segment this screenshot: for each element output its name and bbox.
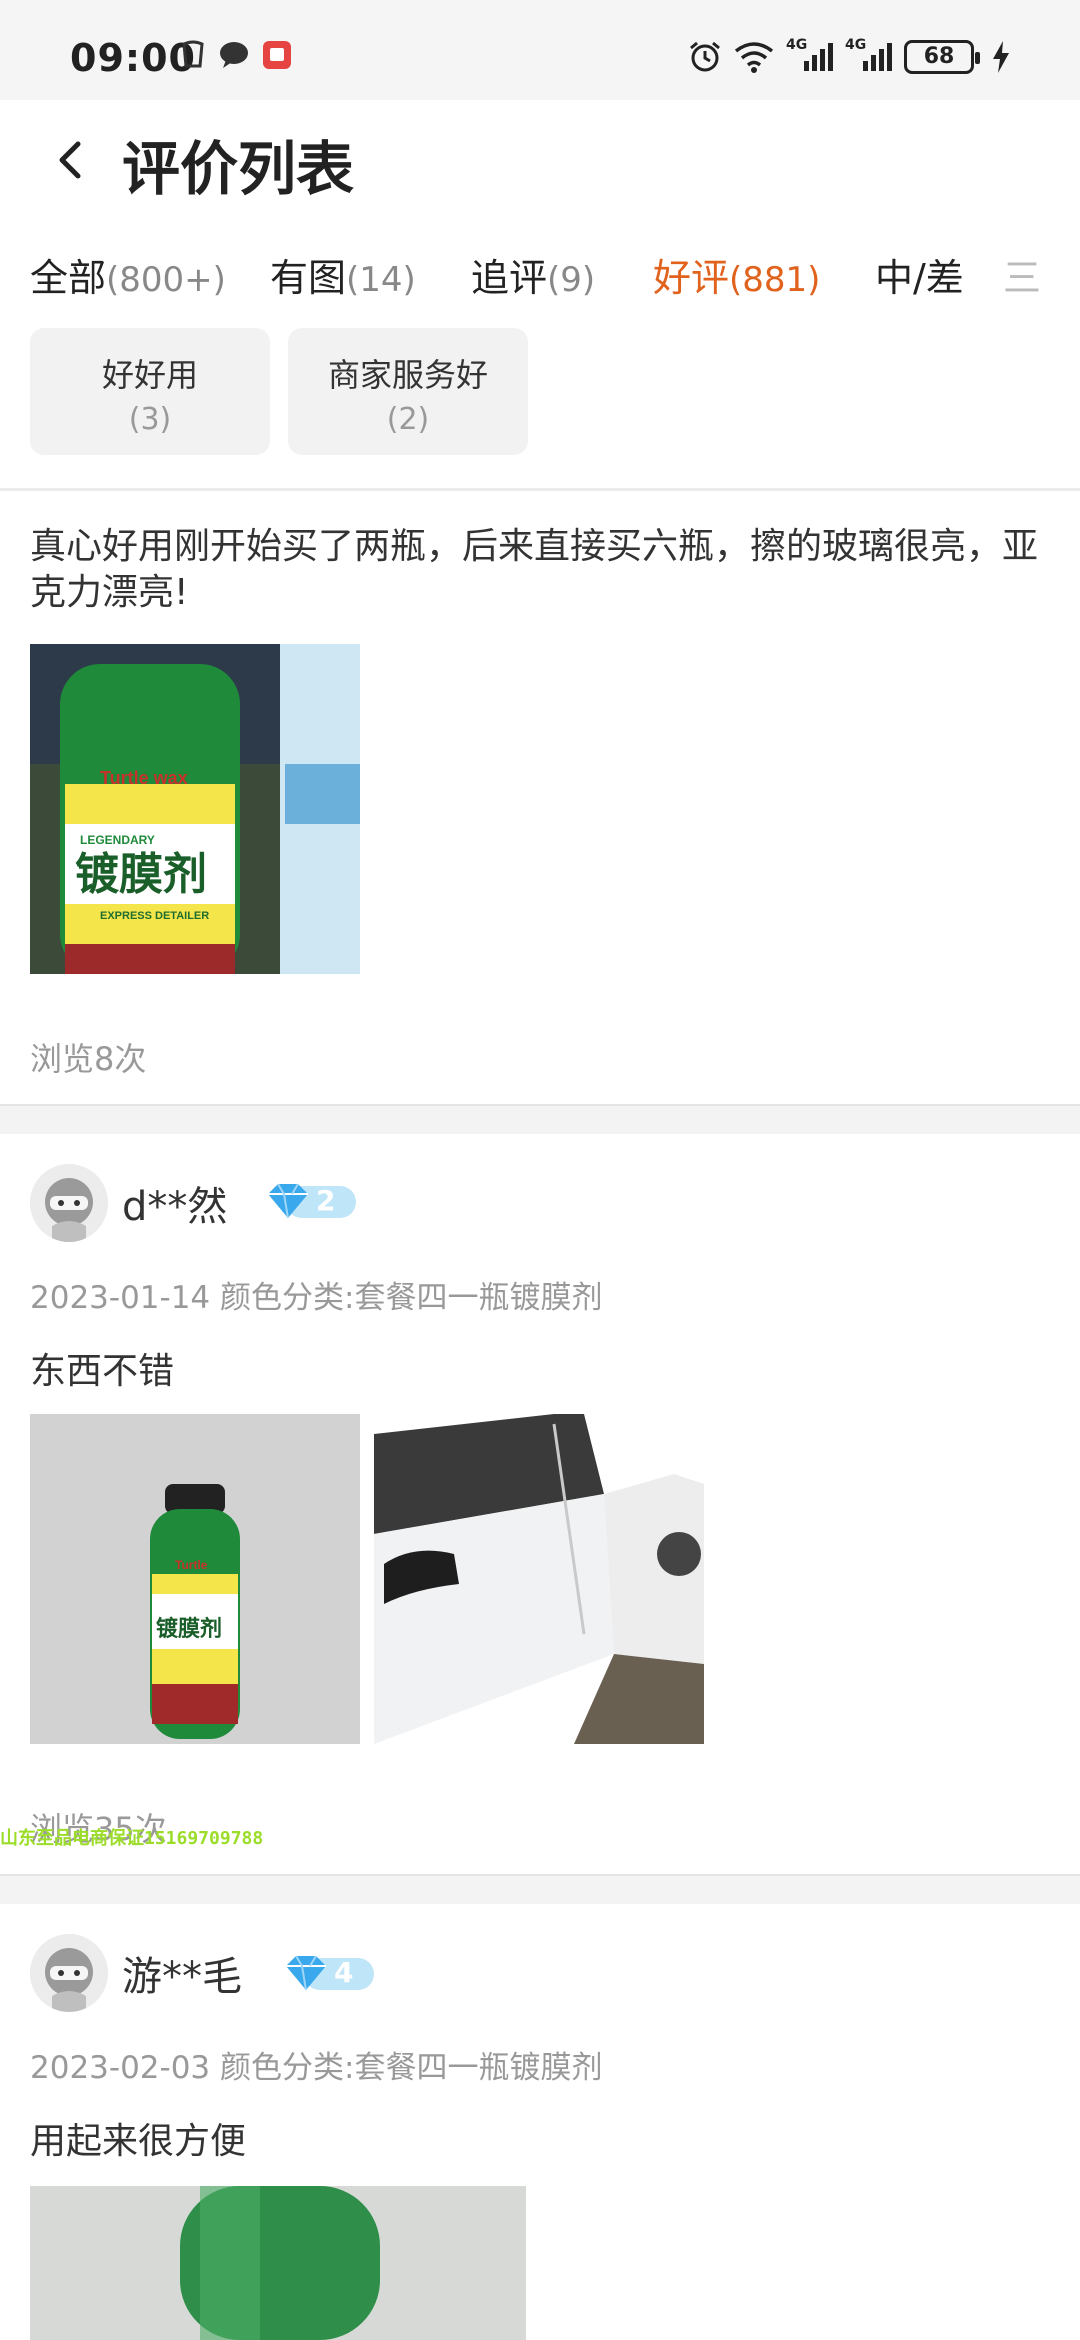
- watermark: 山东至品电商保证15169709788: [0, 1828, 264, 1849]
- review-3-level-badge: 4: [282, 1952, 374, 1994]
- status-time: 09:00: [70, 36, 196, 80]
- chip-easy-to-use-count: (3): [128, 402, 172, 437]
- photo-2-brand: Turtle: [175, 1558, 208, 1572]
- tab-all-count: (800+): [106, 260, 226, 300]
- tab-more[interactable]: 三: [1003, 247, 1041, 302]
- photo-1-product: 镀膜剂: [75, 849, 207, 900]
- tab-neutral-negative-label: 中/差: [875, 256, 964, 300]
- ninja-avatar-icon: [30, 1164, 108, 1242]
- app-notification-icon: [263, 41, 291, 69]
- tab-with-photos-count: (14): [346, 260, 416, 300]
- tab-with-photos-label: 有图: [270, 256, 347, 300]
- alarm-clock-small-icon: [182, 40, 204, 68]
- review-1-view-count: 浏览8次: [30, 1040, 147, 1078]
- wifi-icon: [734, 42, 774, 73]
- review-2-level-badge: 2: [264, 1180, 356, 1222]
- review-3-photo-image: [30, 2186, 526, 2340]
- chip-good-service-label: 商家服务好: [327, 356, 488, 394]
- back-arrow-icon[interactable]: [40, 130, 100, 190]
- review-2-photo-1[interactable]: Turtle 镀膜剂: [30, 1414, 360, 1744]
- message-bubble-icon: [220, 42, 248, 68]
- chip-easy-to-use[interactable]: 好好用 (3): [30, 328, 270, 455]
- tab-more-label: 三: [1003, 256, 1042, 300]
- section-separator: [0, 1104, 1080, 1134]
- charging-bolt-icon: [993, 41, 1009, 73]
- photo-1-brand: Turtle wax: [100, 768, 188, 788]
- chip-good-service[interactable]: 商家服务好 (2): [288, 328, 528, 455]
- status-notification-icons: [180, 40, 292, 70]
- tab-with-photos[interactable]: 有图(14): [270, 247, 416, 302]
- photo-2-product: 镀膜剂: [156, 1616, 222, 1642]
- review-2-avatar[interactable]: [30, 1164, 108, 1242]
- network-type-2: 4G: [845, 37, 867, 53]
- tab-all-label: 全部: [30, 256, 107, 300]
- review-2-photo-2-image: [374, 1414, 704, 1744]
- battery-indicator: 68: [904, 40, 980, 74]
- alarm-icon: [690, 41, 720, 72]
- review-3-avatar[interactable]: [30, 1934, 108, 2012]
- review-filter-tabs: 全部(800+) 有图(14) 追评(9) 好评(881) 中/差 三: [0, 235, 1080, 315]
- review-3-photo[interactable]: [30, 2186, 526, 2340]
- signal-1-icon: 4G: [786, 37, 833, 71]
- review-3-level: 4: [334, 1956, 354, 1989]
- diamond-icon: [268, 1183, 356, 1219]
- review-2-meta: 2023-01-14 颜色分类:套餐四一瓶镀膜剂: [30, 1280, 603, 1316]
- status-bar: 09:00 4G 4G 68: [0, 0, 1080, 100]
- tab-positive-label: 好评: [653, 256, 730, 300]
- photo-1-legendary: LEGENDARY: [80, 833, 155, 847]
- review-3-text: 用起来很方便: [30, 2121, 247, 2162]
- review-2-photo-2[interactable]: [374, 1414, 704, 1744]
- status-system-icons: 4G 4G 68: [688, 37, 1010, 74]
- network-type-1: 4G: [786, 37, 808, 53]
- tab-positive-count: (881): [729, 260, 821, 300]
- chip-good-service-count: (2): [386, 402, 430, 437]
- review-2-level: 2: [316, 1184, 336, 1217]
- page-title: 评价列表: [122, 135, 355, 203]
- review-3-meta: 2023-02-03 颜色分类:套餐四一瓶镀膜剂: [30, 2050, 603, 2086]
- section-separator-2: [0, 1874, 1080, 1904]
- tab-positive[interactable]: 好评(881): [653, 247, 820, 302]
- chip-easy-to-use-label: 好好用: [101, 356, 198, 394]
- review-2-username: d**然: [122, 1184, 228, 1230]
- tab-follow-up[interactable]: 追评(9): [471, 247, 595, 302]
- review-2-photo-1-image: Turtle 镀膜剂: [30, 1414, 360, 1744]
- photo-1-detailer: EXPRESS DETAILER: [100, 910, 209, 922]
- tab-all[interactable]: 全部(800+): [30, 247, 226, 302]
- app-header: 评价列表: [0, 100, 1080, 230]
- review-2-text: 东西不错: [30, 1351, 175, 1392]
- tab-follow-up-count: (9): [547, 260, 596, 300]
- ninja-avatar-icon: [30, 1934, 108, 2012]
- tab-follow-up-label: 追评: [471, 256, 548, 300]
- review-1-text: 真心好用刚开始买了两瓶，后来直接买六瓶，擦的玻璃很亮，亚克力漂亮!: [30, 526, 1039, 613]
- signal-2-icon: 4G: [845, 37, 892, 71]
- review-1-photo[interactable]: Turtle wax LEGENDARY 镀膜剂 EXPRESS DETAILE…: [30, 644, 360, 974]
- tag-chips: 好好用 (3) 商家服务好 (2): [30, 328, 528, 455]
- divider: [0, 488, 1080, 491]
- tab-neutral-negative[interactable]: 中/差: [875, 247, 964, 302]
- diamond-icon: [286, 1955, 374, 1991]
- review-1-photo-image: Turtle wax LEGENDARY 镀膜剂 EXPRESS DETAILE…: [30, 644, 360, 974]
- review-3-username: 游**毛: [122, 1954, 242, 2000]
